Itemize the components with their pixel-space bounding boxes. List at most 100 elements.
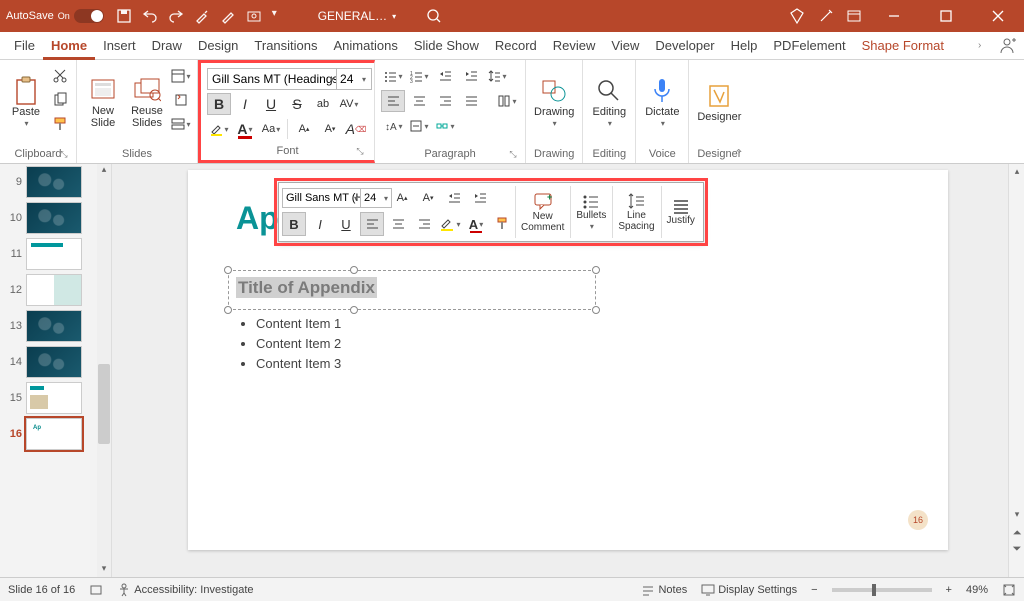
font-name-input[interactable] [207,68,342,90]
mini-font-name-input[interactable] [282,188,364,208]
tab-animations[interactable]: Animations [326,32,406,60]
italic-button[interactable]: I [233,93,257,115]
draw-icon[interactable] [220,8,236,24]
change-case-button[interactable]: Aa [259,118,283,140]
highlight-color-button[interactable] [207,118,231,140]
paste-button[interactable]: Paste ▾ [4,62,48,142]
next-slide-icon[interactable]: ⏷ [1010,543,1024,557]
columns-button[interactable] [495,90,519,112]
resize-handle[interactable] [224,306,232,314]
align-center-button[interactable] [407,90,431,112]
reuse-slides-button[interactable]: Reuse Slides [125,62,169,142]
maximize-button[interactable] [926,0,966,32]
resize-handle[interactable] [592,266,600,274]
underline-button[interactable]: U [259,93,283,115]
zoom-in-button[interactable]: + [946,584,952,596]
slide-counter[interactable]: Slide 16 of 16 [8,584,75,596]
slide-canvas[interactable]: Ap ▾ ▾ A▴ A▾ B I U [188,170,948,550]
mini-new-comment-button[interactable]: + New Comment [515,186,569,238]
format-painter-icon[interactable] [50,114,70,134]
dictate-button[interactable]: Dictate ▾ [640,62,684,142]
editing-button[interactable]: Editing ▾ [587,62,631,142]
layout-icon[interactable] [171,66,191,86]
resize-handle[interactable] [224,266,232,274]
slide-thumbnail[interactable]: 11 [0,236,111,272]
mini-align-left-button[interactable] [360,212,384,236]
thumbnail-scrollbar[interactable]: ▴ ▾ [97,164,111,577]
scroll-down-icon[interactable]: ▾ [1010,509,1024,523]
section-icon[interactable] [171,114,191,134]
shrink-font-button[interactable]: A▾ [318,118,342,140]
tab-draw[interactable]: Draw [144,32,190,60]
smartart-button[interactable] [433,115,457,137]
search-icon[interactable] [426,8,442,24]
tab-design[interactable]: Design [190,32,246,60]
chevron-down-icon[interactable]: ▾ [354,194,358,203]
decrease-indent-button[interactable] [433,65,457,87]
accessibility-button[interactable]: Accessibility: Investigate [117,583,253,597]
clear-format-button[interactable]: A⌫ [344,118,368,140]
new-slide-button[interactable]: New Slide [81,62,125,142]
slide-thumbnail[interactable]: 12 [0,272,111,308]
mini-underline-button[interactable]: U [334,212,358,236]
designer-button[interactable]: Designer [693,62,745,142]
collapse-ribbon-icon[interactable]: ⌃ [734,147,743,160]
tab-insert[interactable]: Insert [95,32,144,60]
tabs-overflow-icon[interactable]: › [978,40,990,51]
font-size-input[interactable] [336,68,372,90]
shadow-button[interactable]: ab [311,93,335,115]
zoom-level[interactable]: 49% [966,584,988,596]
drawing-button[interactable]: Drawing ▾ [530,62,578,142]
font-launcher-icon[interactable]: ⤡ [354,146,366,158]
chevron-down-icon[interactable]: ▾ [384,194,388,203]
save-icon[interactable] [116,8,132,24]
numbering-button[interactable]: 123 [407,65,431,87]
tab-transitions[interactable]: Transitions [246,32,325,60]
text-direction-button[interactable]: ↕A [381,115,405,137]
title-textbox[interactable]: Title of Appendix [236,278,476,302]
notes-button[interactable]: Notes [641,583,687,597]
tab-developer[interactable]: Developer [647,32,722,60]
tab-record[interactable]: Record [487,32,545,60]
tab-help[interactable]: Help [723,32,766,60]
scroll-down-icon[interactable]: ▾ [98,563,110,577]
mini-increase-indent-button[interactable] [468,186,492,210]
cut-icon[interactable] [50,66,70,86]
tab-shape-format[interactable]: Shape Format [854,32,952,60]
prev-slide-icon[interactable]: ⏶ [1010,527,1024,541]
slide-thumbnail[interactable]: 14 [0,344,111,380]
mini-italic-button[interactable]: I [308,212,332,236]
resize-handle[interactable] [592,306,600,314]
slide-thumbnail[interactable]: 13 [0,308,111,344]
mini-grow-font-button[interactable]: A▴ [390,186,414,210]
justify-button[interactable] [459,90,483,112]
zoom-out-button[interactable]: − [811,584,817,596]
tab-file[interactable]: File [6,32,43,60]
tab-review[interactable]: Review [545,32,604,60]
redo-icon[interactable] [168,8,184,24]
mini-bold-button[interactable]: B [282,212,306,236]
mini-highlight-color-button[interactable]: ▾ [438,212,462,236]
paragraph-launcher-icon[interactable]: ⤡ [507,149,519,161]
mini-justify-button[interactable]: Justify [661,186,700,238]
wand-icon[interactable] [818,8,834,24]
autosave-toggle[interactable]: AutoSave On [6,9,104,23]
scroll-up-icon[interactable]: ▴ [1010,166,1024,180]
canvas-scrollbar[interactable]: ▴ ▾ ⏶ ⏷ [1008,164,1024,577]
resize-handle[interactable] [350,266,358,274]
list-item[interactable]: Content Item 1 [256,314,341,334]
tab-slideshow[interactable]: Slide Show [406,32,487,60]
content-list[interactable]: Content Item 1 Content Item 2 Content It… [236,314,341,374]
slide-thumbnail[interactable]: 10 [0,200,111,236]
mini-align-center-button[interactable] [386,212,410,236]
share-button[interactable] [996,35,1018,57]
mini-format-painter-button[interactable] [490,212,514,236]
list-item[interactable]: Content Item 3 [256,354,341,374]
resize-handle[interactable] [350,306,358,314]
close-button[interactable] [978,0,1018,32]
document-title[interactable]: GENERAL… ▾ [318,9,396,23]
tab-home[interactable]: Home [43,32,95,60]
scroll-handle[interactable] [98,364,110,444]
qat-more-icon[interactable]: ▾ [272,8,288,24]
char-spacing-button[interactable]: AV [337,93,361,115]
